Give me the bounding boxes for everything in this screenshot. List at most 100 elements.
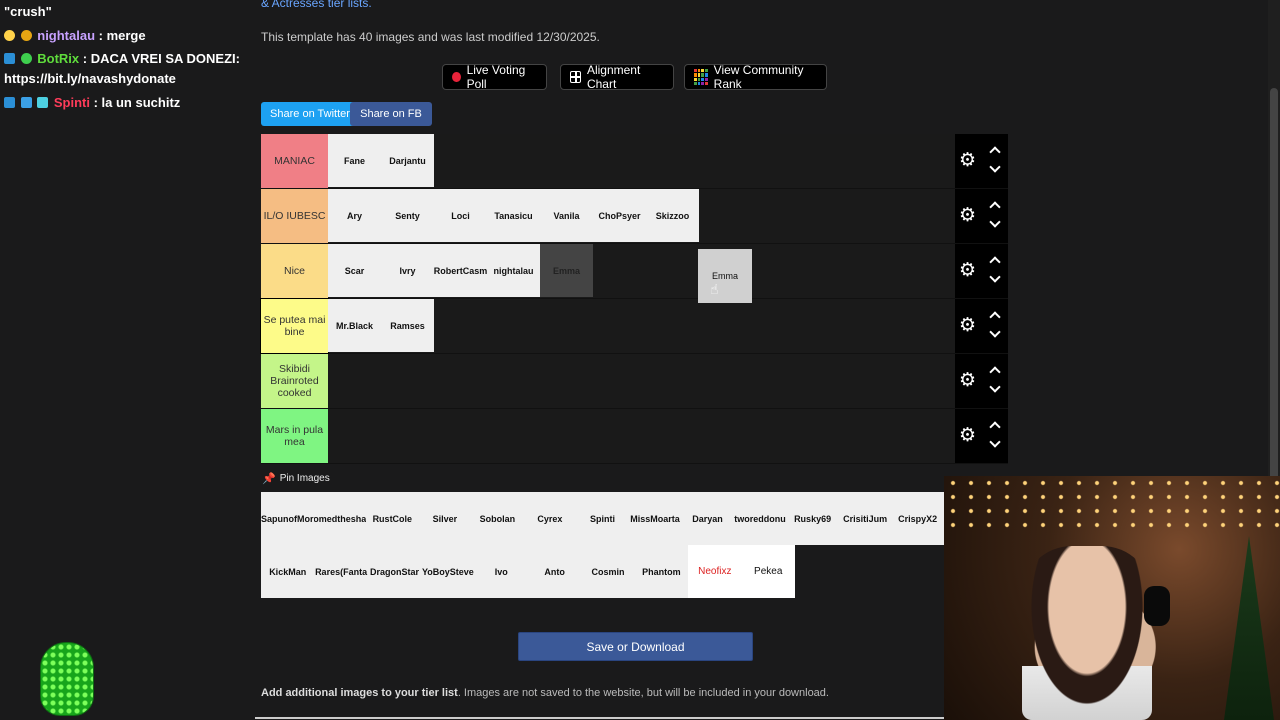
dragged-item[interactable]: Emma [698,249,752,303]
tier-item[interactable]: Mr.Black [328,299,381,352]
share-facebook-button[interactable]: Share on FB [350,102,432,126]
button-label: View Community Rank [713,63,804,91]
gear-icon[interactable]: ⚙ [959,206,976,225]
move-down-icon[interactable] [989,384,999,394]
tier-items: Scar Ivry RobertCasm nightalau Emma [328,244,1008,298]
hand-cursor-icon: ☝ [710,281,719,297]
pool-item[interactable]: Pekea [741,545,795,598]
pool-row: SapunofMor omedthesha RustCole Silver Sobola… [261,492,944,545]
tier-label[interactable]: Skibidi Brainroted cooked [261,354,328,408]
pool-item[interactable]: Neofixz [688,545,742,598]
tier-controls: ⚙ [955,134,1008,188]
template-info: This template has 40 images and was last… [261,30,600,44]
view-community-rank-button[interactable]: View Community Rank [684,63,827,91]
pool-item[interactable]: Daryan [681,492,734,545]
tier-items: Mr.Black Ramses [328,299,1008,353]
pool-item[interactable]: Ivo [474,545,528,598]
gear-icon[interactable]: ⚙ [959,371,976,390]
pool-item[interactable]: Phantom [634,545,689,598]
tier-item[interactable]: Ary [328,189,381,242]
tier-item[interactable]: Senty [381,189,434,242]
chat-line: "crush" [4,4,52,19]
streamer [1022,546,1152,720]
tier-label[interactable]: MANIAC [261,134,328,188]
move-down-icon[interactable] [989,164,999,174]
live-dot-icon [452,72,461,82]
move-up-icon[interactable] [989,421,999,431]
tier-row: Skibidi Brainroted cooked ⚙ [261,354,1008,409]
pool-item[interactable]: tworeddonu [733,492,787,545]
chat-text: : merge [95,28,146,43]
move-up-icon[interactable] [989,311,999,321]
tier-label[interactable]: Se putea mai bine [260,298,329,354]
move-down-icon[interactable] [989,219,999,229]
pin-images-label[interactable]: 📌 Pin Images [262,472,330,485]
gear-icon[interactable]: ⚙ [959,261,976,280]
tier-list: MANIAC Fane Darjantu ⚙ IL/O IUBESC Ary Senty Lo… [260,134,1008,464]
gear-icon[interactable]: ⚙ [959,151,976,170]
pool-item[interactable]: MissMoarta [628,492,682,545]
tier-controls: ⚙ [955,189,1008,243]
pool-item[interactable]: Spinti [576,492,629,545]
move-up-icon[interactable] [989,256,999,266]
tier-label[interactable]: Nice [261,244,328,298]
chat-username: nightalau [37,28,96,43]
moderator-badge-icon [4,97,15,108]
pool-item[interactable]: KickMan [261,545,315,598]
save-or-download-button[interactable]: Save or Download [518,632,753,661]
tier-controls: ⚙ [955,299,1008,353]
move-up-icon[interactable] [989,146,999,156]
tier-item[interactable]: Fane [328,134,381,187]
chat-username: Spinti [53,95,90,110]
pool-item[interactable]: Cyrex [523,492,577,545]
move-down-icon[interactable] [989,439,999,449]
pool-item[interactable]: Anto [527,545,582,598]
chat-link[interactable]: https://bit.ly/navashydonate [4,71,176,86]
tier-item[interactable]: Loci [434,189,487,242]
image-pool: SapunofMor omedthesha RustCole Silver Sobola… [261,492,944,598]
pool-item[interactable]: Sobolan [471,492,524,545]
pool-item[interactable]: CrispyX2 [891,492,944,545]
pool-item[interactable]: CrisitiJum [838,492,892,545]
tier-item[interactable]: Ivry [381,244,434,297]
alignment-chart-button[interactable]: Alignment Chart [560,63,674,91]
pool-item[interactable]: SapunofMor [261,492,314,545]
gear-icon[interactable]: ⚙ [959,426,976,445]
pool-item[interactable]: omedthesha [313,492,367,545]
tier-item[interactable]: nightalau [487,244,540,297]
share-twitter-button[interactable]: Share on Twitter [261,102,359,126]
tier-item[interactable]: Emma [540,244,593,297]
pool-item[interactable]: Rares(Fanta [314,545,368,598]
tier-label[interactable]: IL/O IUBESC [261,189,328,243]
move-up-icon[interactable] [989,201,999,211]
add-images-text: Add additional images to your tier list.… [261,687,829,699]
tier-lists-link[interactable]: & Actresses tier lists. [261,0,372,10]
chat-message: BotRix : DACA VREI SA DONEZI: [4,51,240,66]
string-lights [944,476,1280,536]
tier-row: Se putea mai bine Mr.Black Ramses ⚙ [260,298,1008,354]
pool-item[interactable]: Rusky69 [786,492,839,545]
add-images-bold: Add additional images to your tier list [261,687,458,699]
pool-item[interactable]: RustCole [366,492,419,545]
button-label: Live Voting Poll [466,63,526,91]
gear-icon[interactable]: ⚙ [959,316,976,335]
tier-item[interactable]: Scar [328,244,381,297]
pool-item[interactable]: Silver [418,492,472,545]
tier-item[interactable]: RobertCasm [434,244,487,297]
chat-message: Spinti : la un suchitz [4,95,180,110]
tier-label[interactable]: Mars in pula mea [261,409,328,463]
move-down-icon[interactable] [989,329,999,339]
tier-row: Nice Scar Ivry RobertCasm nightalau Emma ⚙ [261,244,1008,299]
tier-item[interactable]: Tanasicu [487,189,540,242]
pool-item[interactable]: DragonStar [367,545,422,598]
live-voting-poll-button[interactable]: Live Voting Poll [442,63,547,91]
tier-item[interactable]: ChoPsyer [593,189,646,242]
tier-item[interactable]: Ramses [381,299,434,352]
pool-item[interactable]: Cosmin [581,545,635,598]
pool-item[interactable]: YoBoySteve [421,545,475,598]
move-down-icon[interactable] [989,274,999,284]
tier-item[interactable]: Darjantu [381,134,434,187]
tier-item[interactable]: Skizzoo [646,189,699,242]
tier-item[interactable]: Vanila [540,189,593,242]
move-up-icon[interactable] [989,366,999,376]
